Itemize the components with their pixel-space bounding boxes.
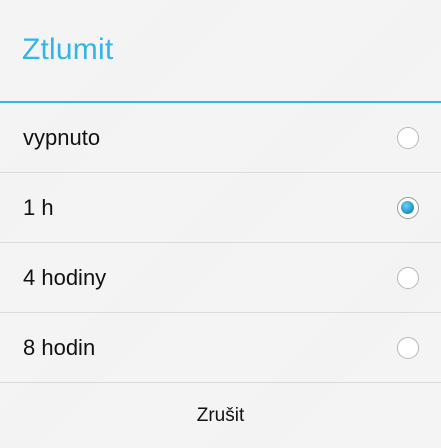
option-label: 4 hodiny [23, 264, 107, 290]
radio-unchecked-icon[interactable] [397, 266, 419, 289]
cancel-button-label: Zrušit [196, 404, 245, 426]
option-label: vypnuto [23, 124, 101, 150]
option-off[interactable]: vypnuto [0, 103, 441, 173]
option-label: 1 h [23, 194, 54, 220]
dialog-title-bar: Ztlumit [0, 0, 441, 100]
radio-checked-icon[interactable] [397, 196, 419, 219]
cancel-button[interactable]: Zrušit [0, 383, 441, 448]
option-1h[interactable]: 1 h [0, 173, 441, 243]
radio-unchecked-icon[interactable] [397, 336, 419, 359]
dialog-title: Ztlumit [22, 33, 114, 66]
option-4-hodiny[interactable]: 4 hodiny [0, 243, 441, 313]
option-label: 8 hodin [23, 334, 96, 360]
option-8-hodin[interactable]: 8 hodin [0, 313, 441, 383]
option-list: vypnuto 1 h 4 hodiny 8 hodin [0, 103, 441, 383]
mute-dialog: Ztlumit vypnuto 1 h 4 hodiny 8 hodin Zru… [0, 0, 441, 448]
radio-unchecked-icon[interactable] [397, 126, 419, 149]
